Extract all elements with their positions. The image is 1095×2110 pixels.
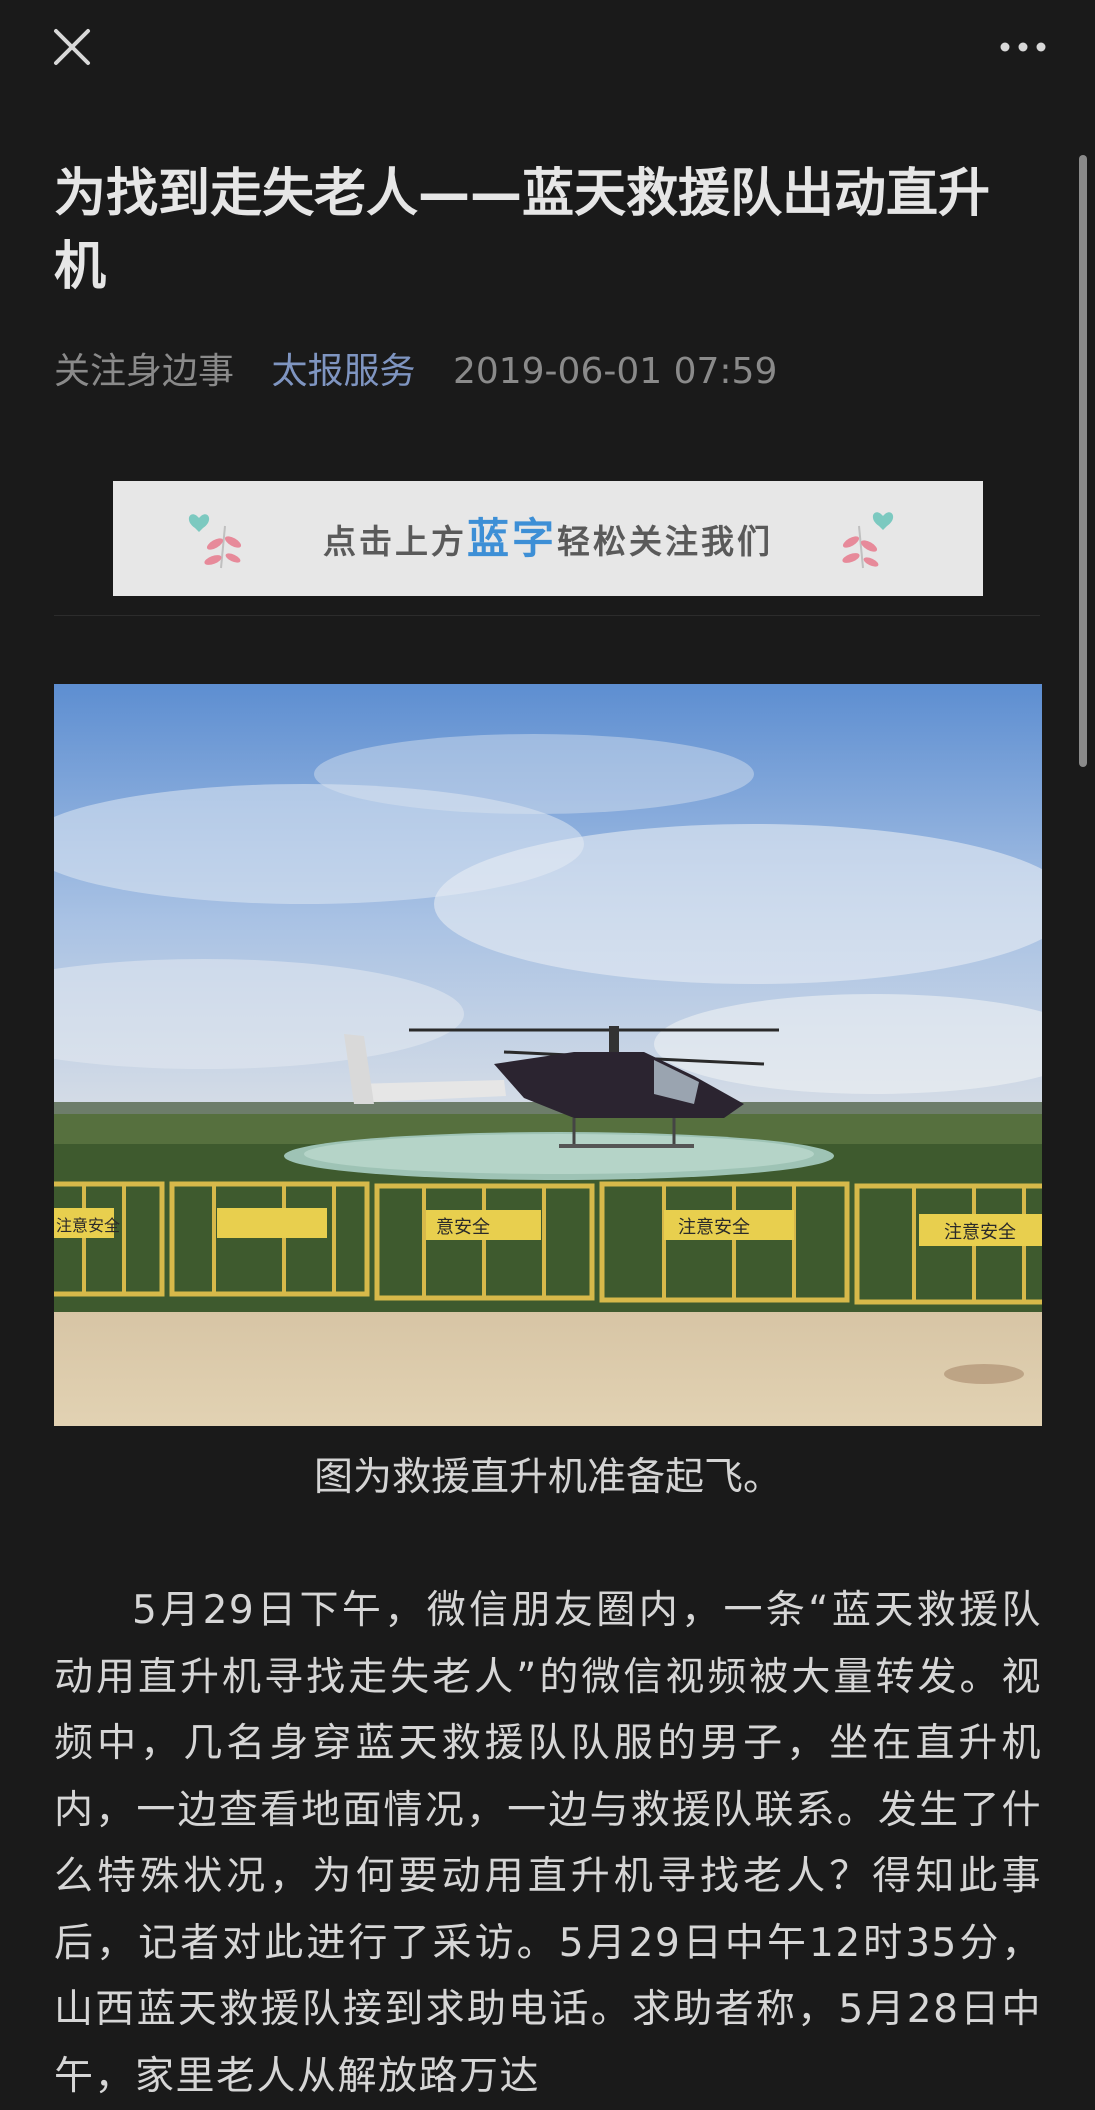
- flower-decoration-icon: [842, 512, 894, 569]
- scrollbar[interactable]: [1079, 155, 1087, 767]
- fence-sign-text: 意安全: [436, 1217, 490, 1238]
- banner-suffix: 轻松关注我们: [557, 522, 773, 561]
- photo-caption: 图为救援直升机准备起飞。: [313, 1455, 782, 1500]
- top-bar: [0, 0, 1095, 95]
- fence-sign-text: 注意安全: [944, 1222, 1016, 1243]
- article-title: 为找到走失老人——蓝天救援队出动直升机: [54, 164, 991, 297]
- fence-sign-text: 注意安全: [678, 1217, 750, 1238]
- fence-sign-text: 注意安全: [56, 1216, 120, 1235]
- helicopter-photo[interactable]: 意安全 注意安全 注意安全 注意安全: [54, 684, 1042, 1426]
- more-dots-icon[interactable]: [995, 30, 1051, 64]
- follow-banner[interactable]: 点击上方蓝字轻松关注我们: [113, 481, 983, 596]
- author-name: 关注身边事: [54, 351, 235, 392]
- article-meta: 关注身边事 太报服务 2019-06-01 07:59: [54, 348, 803, 396]
- close-icon[interactable]: [50, 25, 94, 69]
- banner-prefix: 点击上方: [322, 522, 467, 561]
- flower-decoration-icon: [188, 514, 242, 569]
- article-paragraph: 5月29日下午，微信朋友圈内，一条“蓝天救援队动用直升机寻找走失老人”的微信视频…: [54, 1588, 1042, 2099]
- divider: [54, 615, 1040, 616]
- follow-banner-text: 点击上方蓝字轻松关注我们: [283, 481, 813, 596]
- publish-date: 2019-06-01 07:59: [452, 351, 778, 392]
- banner-highlight: 蓝字: [466, 514, 557, 563]
- account-link[interactable]: 太报服务: [271, 351, 415, 392]
